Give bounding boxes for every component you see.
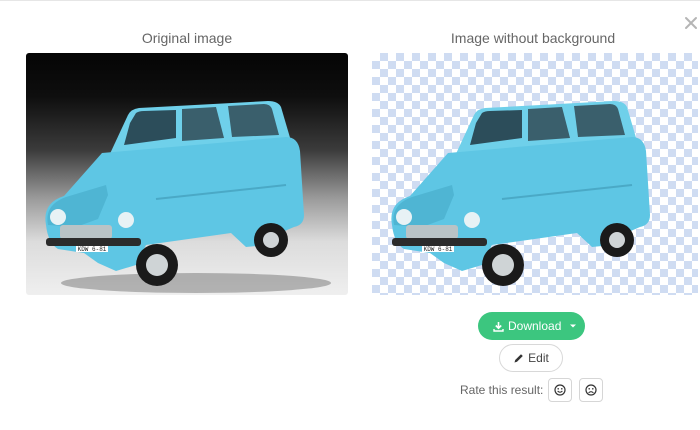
top-divider [0,0,700,1]
original-image: KDW 6-81 [26,53,348,295]
download-button[interactable]: Download [478,312,585,340]
pencil-icon [514,353,523,362]
rating-label: Rate this result: [460,383,544,397]
close-icon[interactable] [684,16,698,30]
result-image-caption: Image without background [450,30,616,46]
result-image: KDW 6-81 [372,53,698,295]
car-cutout-image: KDW 6-81 [391,101,650,286]
rate-bad-button[interactable] [579,378,603,402]
license-plate: KDW 6-81 [78,246,107,253]
smile-icon [554,384,566,396]
frown-icon [585,384,597,396]
rate-good-button[interactable] [548,378,572,402]
edit-button[interactable]: Edit [499,344,563,372]
car-image: KDW 6-81 [45,101,331,293]
download-icon [493,321,504,332]
download-label: Download [508,319,562,333]
edit-label: Edit [528,351,549,365]
original-image-caption: Original image [141,30,233,46]
license-plate: KDW 6-81 [424,246,453,253]
caret-down-icon[interactable] [569,322,577,330]
